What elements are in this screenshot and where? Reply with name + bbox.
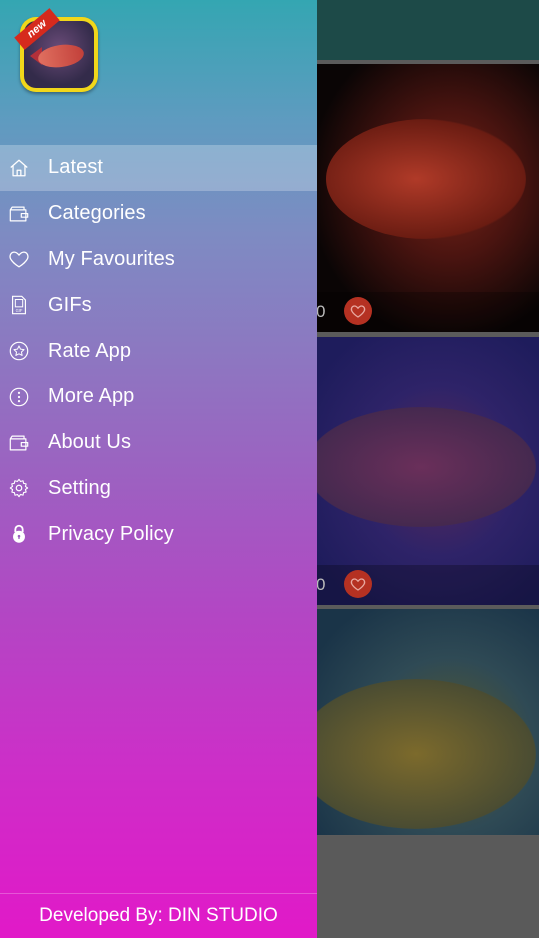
menu-label: Privacy Policy xyxy=(48,522,174,545)
wallpaper-image xyxy=(316,679,536,829)
wallet-folder-icon xyxy=(8,432,30,454)
drawer-menu: Latest Categories My Favourites GIF GIFs xyxy=(0,145,317,557)
menu-item-gifs[interactable]: GIF GIFs xyxy=(0,282,317,328)
view-count: 0 xyxy=(316,302,326,321)
menu-item-setting[interactable]: Setting xyxy=(0,466,317,512)
menu-item-privacy-policy[interactable]: Privacy Policy xyxy=(0,511,317,557)
wallpaper-card[interactable]: 0 xyxy=(316,337,539,605)
card-footer: 0 xyxy=(316,292,539,332)
gear-icon xyxy=(8,477,30,499)
home-icon xyxy=(8,157,30,179)
heart-icon xyxy=(8,248,30,270)
menu-label: Setting xyxy=(48,476,111,499)
gif-file-icon: GIF xyxy=(8,294,30,316)
wallpaper-image xyxy=(316,407,536,527)
menu-item-about-us[interactable]: About Us xyxy=(0,420,317,466)
heart-icon xyxy=(350,578,366,591)
lock-icon xyxy=(8,523,30,545)
more-dots-circle-icon xyxy=(8,386,30,408)
wallpaper-image xyxy=(326,119,526,239)
card-footer: 0 xyxy=(316,565,539,605)
favourite-button[interactable] xyxy=(344,570,372,598)
wallpaper-card[interactable] xyxy=(316,609,539,835)
heart-icon xyxy=(350,305,366,318)
menu-item-my-favourites[interactable]: My Favourites xyxy=(0,237,317,283)
menu-label: About Us xyxy=(48,431,132,454)
wallpaper-card[interactable]: 0 xyxy=(316,64,539,332)
menu-item-categories[interactable]: Categories xyxy=(0,191,317,237)
menu-label: My Favourites xyxy=(48,247,175,270)
star-circle-icon xyxy=(8,340,30,362)
menu-item-latest[interactable]: Latest xyxy=(0,145,317,191)
view-count: 0 xyxy=(316,575,326,594)
menu-label: Rate App xyxy=(48,339,132,362)
menu-label: GIFs xyxy=(48,293,92,316)
developer-credit: Developed By: DIN STUDIO xyxy=(39,905,278,926)
menu-label: Latest xyxy=(48,156,104,179)
empty-area xyxy=(316,836,539,938)
navigation-drawer: new Latest Categories My Favourites GIF xyxy=(0,0,317,938)
drawer-header: new xyxy=(0,0,317,144)
favourite-button[interactable] xyxy=(344,297,372,325)
menu-item-rate-app[interactable]: Rate App xyxy=(0,328,317,374)
svg-text:GIF: GIF xyxy=(16,308,23,313)
app-logo: new xyxy=(14,8,98,92)
menu-label: More App xyxy=(48,385,135,408)
menu-label: Categories xyxy=(48,202,146,225)
wallet-folder-icon xyxy=(8,203,30,225)
menu-item-more-app[interactable]: More App xyxy=(0,374,317,420)
